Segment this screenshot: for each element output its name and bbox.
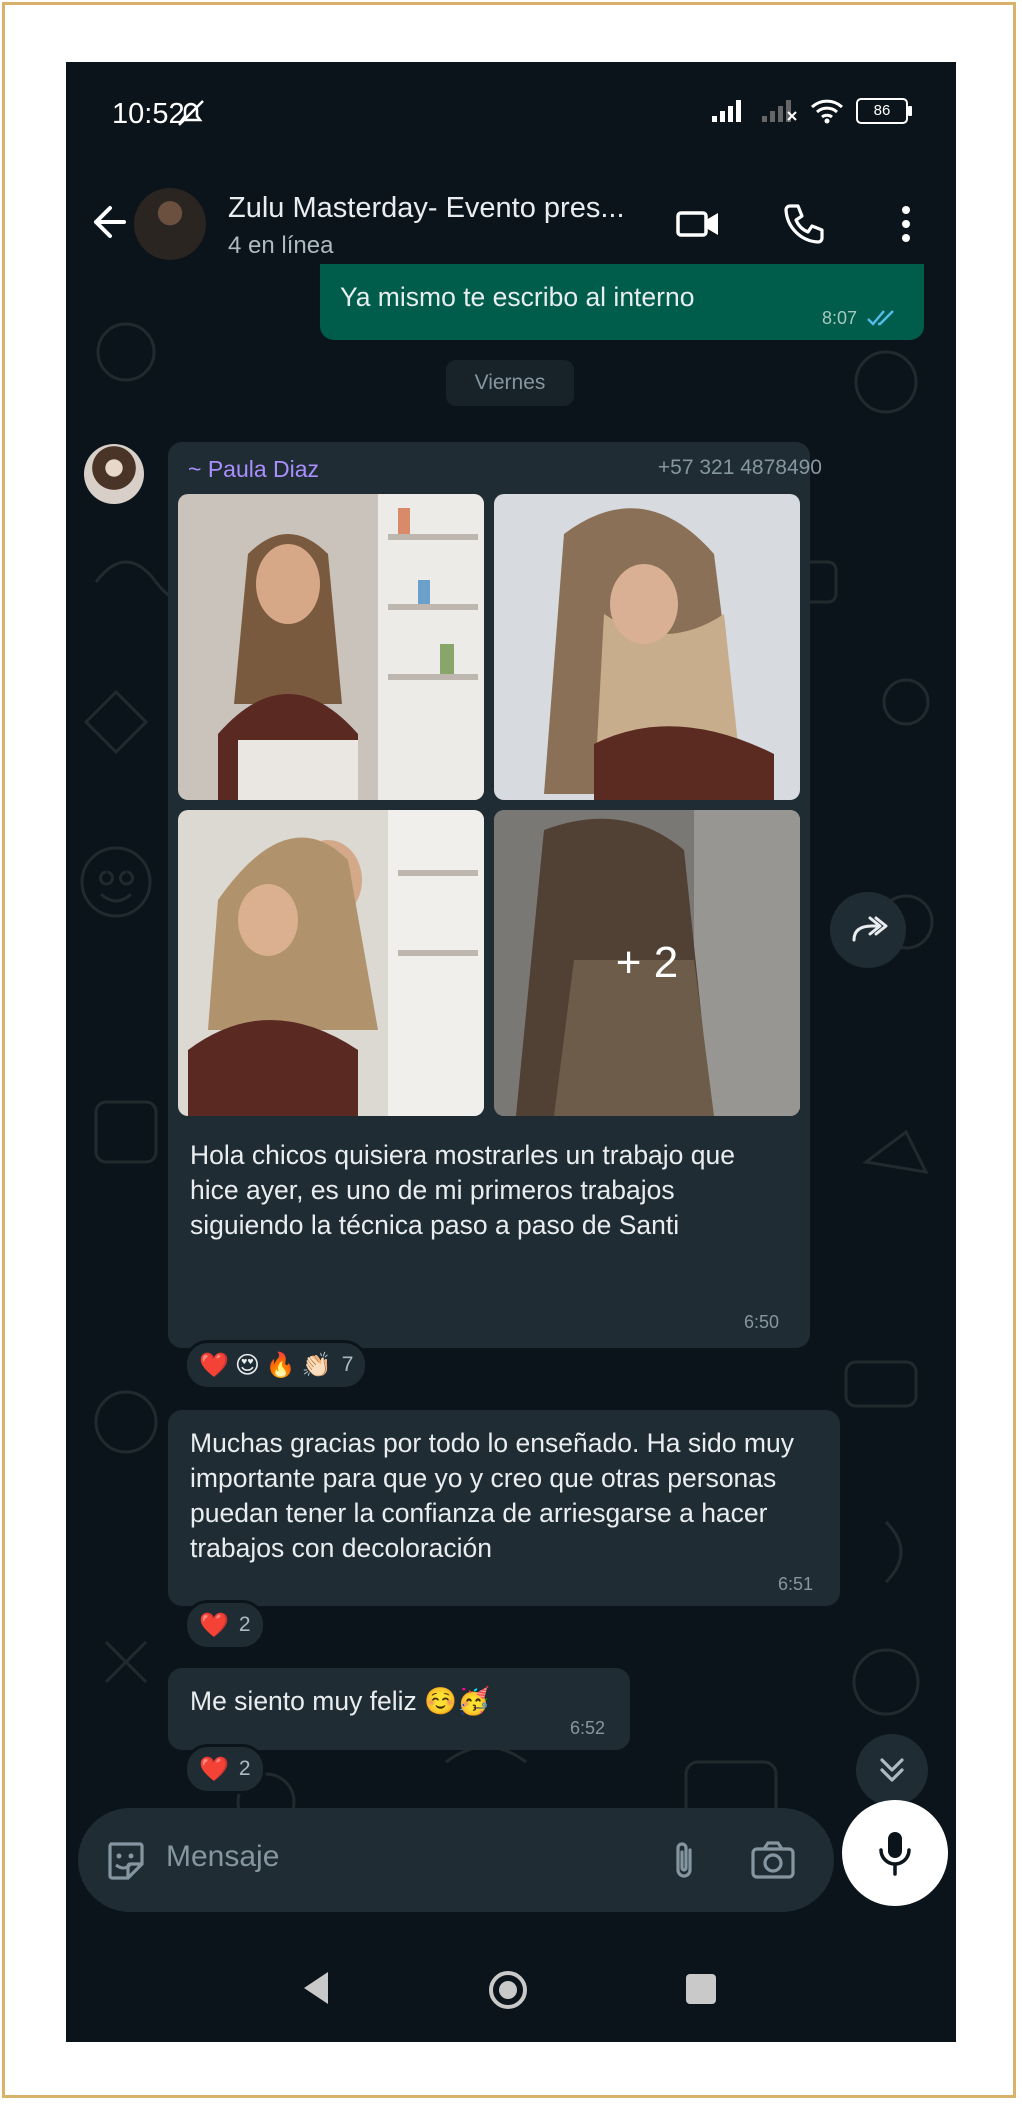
nav-home-icon[interactable] bbox=[486, 1968, 530, 2012]
message-time: 6:52 bbox=[570, 1718, 606, 1738]
message-composer: Mensaje bbox=[78, 1808, 834, 1912]
message-input[interactable]: Mensaje bbox=[166, 1840, 279, 1874]
outgoing-message[interactable]: Ya mismo te escribo al interno 8:07 bbox=[320, 264, 924, 340]
reactions-bar[interactable]: ❤️ 2 bbox=[184, 1744, 266, 1794]
wifi-icon bbox=[810, 99, 844, 124]
sender-name[interactable]: ~ Paula Diaz bbox=[188, 456, 319, 483]
message-time: 6:50 bbox=[744, 1312, 780, 1332]
incoming-message[interactable]: Me siento muy feliz ☺️🥳 6:52 bbox=[168, 1668, 630, 1750]
microphone-icon bbox=[879, 1832, 911, 1876]
nav-back-icon[interactable] bbox=[300, 1970, 332, 2006]
back-arrow-icon[interactable] bbox=[80, 194, 136, 250]
group-title[interactable]: Zulu Masterday- Evento pres... bbox=[228, 192, 625, 225]
message-time: 6:51 bbox=[778, 1574, 814, 1594]
mute-icon bbox=[178, 100, 204, 126]
photo-image bbox=[494, 494, 800, 800]
message-text: Muchas gracias por todo lo enseñado. Ha … bbox=[190, 1428, 794, 1563]
signal-icon bbox=[712, 100, 741, 122]
reactions-bar[interactable]: ❤️ 2 bbox=[184, 1600, 266, 1650]
reactions-bar[interactable]: ❤️ 😍 🔥 👏🏻 7 bbox=[184, 1340, 369, 1390]
reaction-count: 2 bbox=[238, 1613, 251, 1636]
reaction-emoji: 🔥 bbox=[265, 1351, 296, 1379]
signal-disabled-icon bbox=[762, 100, 797, 122]
camera-icon[interactable] bbox=[748, 1836, 798, 1884]
status-bar: 10:52 86 bbox=[66, 62, 956, 172]
message-text: Me siento muy feliz ☺️🥳 bbox=[190, 1686, 491, 1716]
reaction-emoji: ❤️ bbox=[199, 1755, 229, 1783]
reaction-emoji: ❤️ bbox=[199, 1351, 229, 1379]
read-ticks-icon bbox=[867, 310, 894, 326]
more-options-icon[interactable] bbox=[880, 198, 932, 250]
album-photo-more[interactable]: + 2 bbox=[494, 810, 800, 1116]
forward-button[interactable] bbox=[830, 892, 906, 968]
sender-avatar[interactable] bbox=[84, 444, 144, 504]
message-time: 8:07 bbox=[822, 308, 858, 328]
double-chevron-down-icon bbox=[880, 1758, 904, 1782]
reaction-emoji: ❤️ bbox=[199, 1611, 229, 1639]
nav-recents-icon[interactable] bbox=[684, 1972, 718, 2006]
album-caption: Hola chicos quisiera mostrarles un traba… bbox=[190, 1140, 735, 1240]
group-avatar[interactable] bbox=[134, 188, 206, 260]
forward-icon bbox=[852, 916, 888, 942]
message-text: Ya mismo te escribo al interno bbox=[340, 282, 695, 312]
sender-phone: +57 321 4878490 bbox=[657, 456, 822, 479]
system-navigation-bar bbox=[66, 1930, 956, 2042]
album-photo[interactable] bbox=[178, 494, 484, 800]
day-separator: Viernes bbox=[446, 360, 574, 406]
more-photos-count: + 2 bbox=[494, 810, 800, 1116]
scroll-to-bottom-button[interactable] bbox=[856, 1734, 928, 1806]
reaction-emoji: 😍 bbox=[234, 1351, 260, 1379]
online-status: 4 en línea bbox=[228, 232, 334, 259]
video-call-icon[interactable] bbox=[672, 198, 724, 250]
voice-message-button[interactable] bbox=[842, 1800, 948, 1906]
battery-indicator: 86 bbox=[856, 98, 912, 124]
reaction-emoji: 👏🏻 bbox=[301, 1351, 332, 1379]
sticker-icon[interactable] bbox=[102, 1838, 148, 1884]
album-photo[interactable] bbox=[178, 810, 484, 1116]
reaction-count: 2 bbox=[238, 1757, 251, 1780]
photo-image bbox=[178, 494, 484, 800]
attach-icon[interactable] bbox=[660, 1836, 708, 1884]
reaction-count: 7 bbox=[341, 1353, 354, 1376]
album-photo[interactable] bbox=[494, 494, 800, 800]
incoming-message[interactable]: Muchas gracias por todo lo enseñado. Ha … bbox=[168, 1410, 840, 1606]
photo-image bbox=[178, 810, 484, 1116]
phone-screen: 10:52 86 Zulu Masterday- Evento pres... … bbox=[66, 62, 956, 2042]
chat-header: Zulu Masterday- Evento pres... 4 en líne… bbox=[66, 172, 956, 272]
phone-call-icon[interactable] bbox=[778, 198, 830, 250]
